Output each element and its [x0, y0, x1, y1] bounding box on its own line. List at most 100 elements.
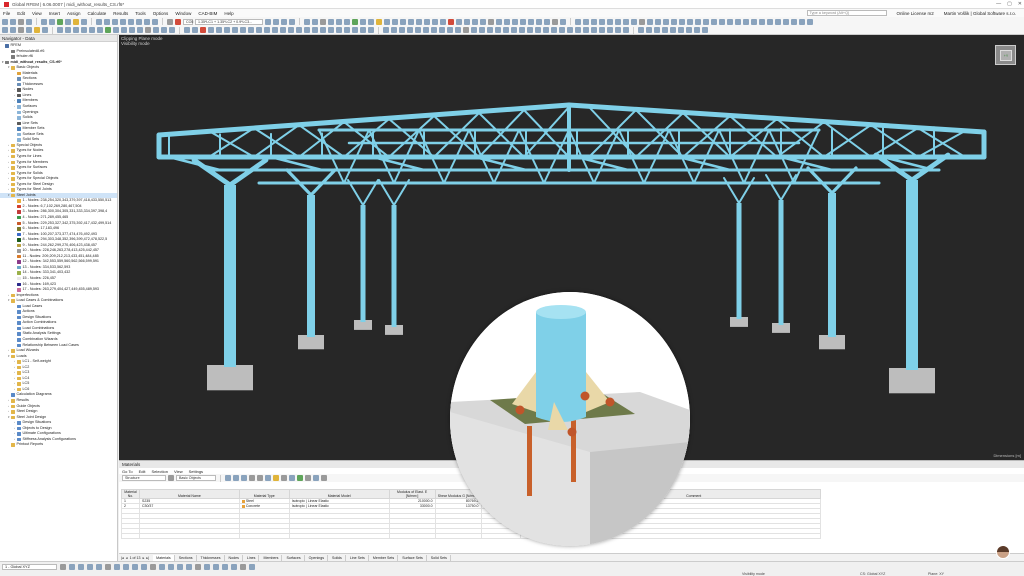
toolbar-tool-icon[interactable]	[248, 27, 254, 33]
toolbar-tool-icon[interactable]	[264, 27, 270, 33]
toolbar-tool-icon[interactable]	[18, 18, 24, 25]
toolbar-tool-icon[interactable]	[615, 27, 621, 33]
empty-cell[interactable]	[238, 533, 290, 539]
menu-item-calculate[interactable]: Calculate	[88, 11, 107, 16]
toolbar-tool-icon[interactable]	[304, 27, 310, 33]
toolbar-tool-icon[interactable]	[599, 18, 605, 25]
menu-item-options[interactable]: Options	[153, 11, 169, 16]
snap-toggle-icon[interactable]	[168, 564, 174, 570]
table-tool-icon[interactable]	[249, 475, 255, 481]
toolbar-tool-icon[interactable]	[623, 18, 629, 25]
tab-lines[interactable]: Lines	[244, 554, 260, 561]
empty-table-row[interactable]	[121, 533, 821, 539]
toolbar-tool-icon[interactable]	[727, 18, 733, 25]
toolbar-tool-icon[interactable]	[767, 18, 773, 25]
toolbar-tool-icon[interactable]	[448, 18, 454, 25]
toolbar-tool-icon[interactable]	[424, 18, 430, 25]
toolbar-tool-icon[interactable]	[638, 27, 644, 33]
tab-line-sets[interactable]: Line Sets	[347, 554, 369, 561]
toolbar-tool-icon[interactable]	[702, 27, 708, 33]
toolbar-tool-icon[interactable]	[336, 27, 342, 33]
load-case-combo[interactable]: CO5	[183, 18, 193, 25]
tab-nodes[interactable]: Nodes	[226, 554, 243, 561]
toolbar-tool-icon[interactable]	[415, 27, 421, 33]
toolbar-tool-icon[interactable]	[799, 18, 805, 25]
toolbar-tool-icon[interactable]	[376, 18, 382, 25]
tab-surface-sets[interactable]: Surface Sets	[399, 554, 427, 561]
empty-cell[interactable]	[388, 533, 436, 539]
toolbar-tool-icon[interactable]	[360, 27, 366, 33]
table-tool-icon[interactable]	[273, 475, 279, 481]
filter-icon[interactable]	[168, 475, 174, 481]
toolbar-tool-icon[interactable]	[663, 18, 669, 25]
toolbar-tool-icon[interactable]	[368, 27, 374, 33]
user-avatar[interactable]	[996, 545, 1010, 559]
toolbar-tool-icon[interactable]	[783, 18, 789, 25]
tab-solids[interactable]: Solids	[329, 554, 346, 561]
snap-toggle-icon[interactable]	[78, 564, 84, 570]
toolbar-tool-icon[interactable]	[591, 18, 597, 25]
next-page-icon[interactable]: ▸	[143, 556, 145, 560]
toolbar-tool-icon[interactable]	[192, 27, 198, 33]
toolbar-tool-icon[interactable]	[57, 27, 63, 33]
snap-toggle-icon[interactable]	[114, 564, 120, 570]
toolbar-tool-icon[interactable]	[703, 18, 709, 25]
toolbar-tool-icon[interactable]	[328, 27, 334, 33]
toolbar-tool-icon[interactable]	[487, 27, 493, 33]
basic-objects-combo[interactable]: Basic Objects	[176, 475, 216, 481]
menu-item-file[interactable]: File	[3, 11, 10, 16]
column-header[interactable]: Modulus of Elast. E [N/mm²]	[388, 489, 436, 499]
toolbar-tool-icon[interactable]	[671, 18, 677, 25]
toolbar-tool-icon[interactable]	[232, 27, 238, 33]
materials-menu-item[interactable]: Edit	[139, 469, 146, 474]
toolbar-tool-icon[interactable]	[670, 27, 676, 33]
snap-toggle-icon[interactable]	[177, 564, 183, 570]
snap-toggle-icon[interactable]	[123, 564, 129, 570]
toolbar-tool-icon[interactable]	[113, 27, 119, 33]
toolbar-tool-icon[interactable]	[399, 27, 405, 33]
empty-cell[interactable]	[121, 533, 140, 539]
toolbar-tool-icon[interactable]	[26, 18, 32, 25]
toolbar-tool-icon[interactable]	[312, 18, 318, 25]
toolbar-tool-icon[interactable]	[129, 27, 135, 33]
toolbar-tool-icon[interactable]	[519, 27, 525, 33]
menu-item-window[interactable]: Window	[175, 11, 191, 16]
table-tool-icon[interactable]	[281, 475, 287, 481]
menu-item-results[interactable]: Results	[113, 11, 128, 16]
tab-members[interactable]: Members	[260, 554, 283, 561]
toolbar-tool-icon[interactable]	[552, 18, 558, 25]
toolbar-tool-icon[interactable]	[312, 27, 318, 33]
table-tool-icon[interactable]	[305, 475, 311, 481]
snap-toggle-icon[interactable]	[222, 564, 228, 570]
materials-menu-item[interactable]: Selection	[152, 469, 168, 474]
toolbar-tool-icon[interactable]	[167, 18, 173, 25]
empty-cell[interactable]	[138, 533, 240, 539]
toolbar-tool-icon[interactable]	[560, 18, 566, 25]
toolbar-tool-icon[interactable]	[10, 18, 16, 25]
toolbar-tool-icon[interactable]	[607, 18, 613, 25]
table-tool-icon[interactable]	[289, 475, 295, 481]
toolbar-tool-icon[interactable]	[81, 27, 87, 33]
toolbar-tool-icon[interactable]	[175, 18, 181, 25]
snap-toggle-icon[interactable]	[105, 564, 111, 570]
toolbar-tool-icon[interactable]	[336, 18, 342, 25]
toolbar-tool-icon[interactable]	[599, 27, 605, 33]
toolbar-tool-icon[interactable]	[639, 18, 645, 25]
toolbar-tool-icon[interactable]	[655, 18, 661, 25]
close-button[interactable]: ✕	[1018, 1, 1022, 7]
menu-item-view[interactable]: View	[32, 11, 42, 16]
toolbar-tool-icon[interactable]	[463, 27, 469, 33]
snap-toggle-icon[interactable]	[213, 564, 219, 570]
toolbar-tool-icon[interactable]	[73, 18, 79, 25]
menu-item-assign[interactable]: Assign	[67, 11, 81, 16]
snap-toggle-icon[interactable]	[249, 564, 255, 570]
toolbar-tool-icon[interactable]	[344, 18, 350, 25]
toolbar-tool-icon[interactable]	[520, 18, 526, 25]
toolbar-tool-icon[interactable]	[536, 18, 542, 25]
toolbar-tool-icon[interactable]	[654, 27, 660, 33]
toolbar-tool-icon[interactable]	[543, 27, 549, 33]
toolbar-tool-icon[interactable]	[623, 27, 629, 33]
tab-surfaces[interactable]: Surfaces	[283, 554, 305, 561]
snap-toggle-icon[interactable]	[150, 564, 156, 570]
snap-toggle-icon[interactable]	[96, 564, 102, 570]
